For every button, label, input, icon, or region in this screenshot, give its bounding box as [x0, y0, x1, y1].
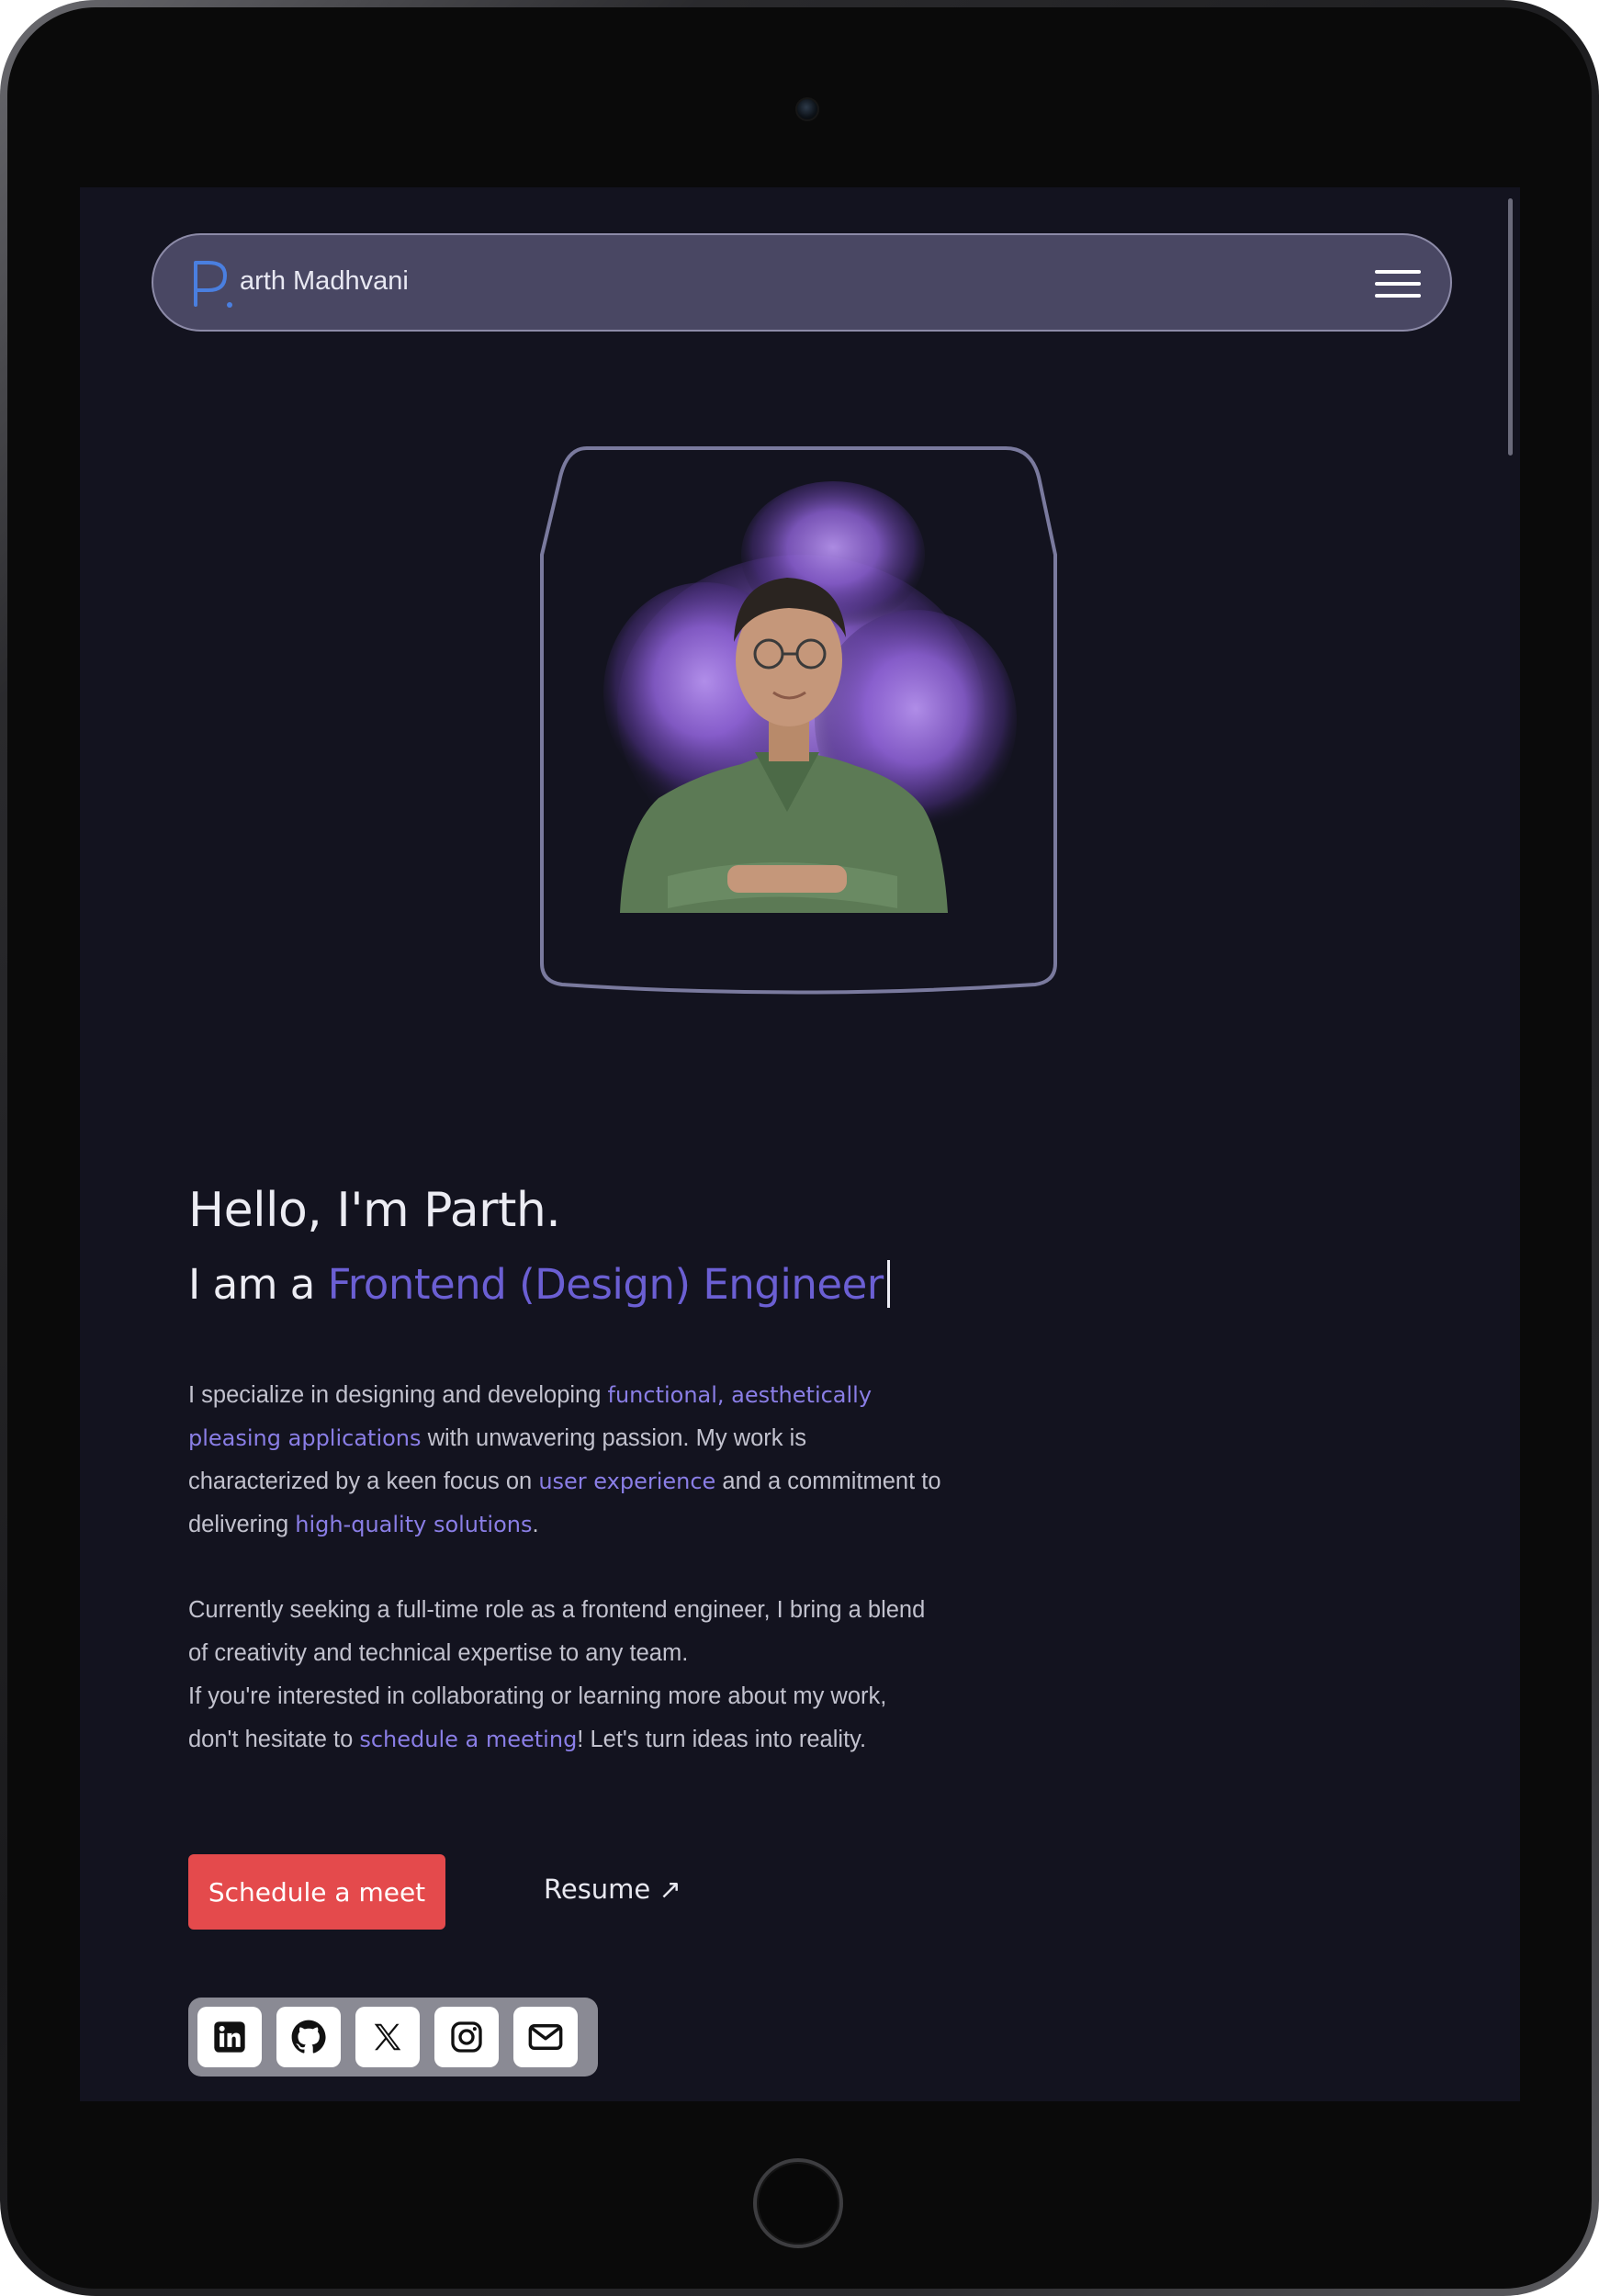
x-button[interactable]	[355, 2007, 420, 2067]
menu-bar	[1375, 282, 1421, 286]
hero-role-line: I am a Frontend (Design) Engineer	[188, 1260, 890, 1309]
hamburger-menu-button[interactable]	[1373, 263, 1424, 305]
intro-highlight: high-quality solutions	[295, 1512, 533, 1537]
tablet-bezel: arth Madhvani Hello, I'm Parth. I am a F…	[7, 7, 1592, 2289]
portrait-frame	[539, 445, 1058, 1003]
x-icon	[374, 2023, 401, 2051]
hero-greeting: Hello, I'm Parth.	[188, 1183, 561, 1238]
github-button[interactable]	[276, 2007, 341, 2067]
menu-bar	[1375, 270, 1421, 274]
brand-name[interactable]: arth Madhvani	[240, 266, 409, 297]
mail-icon	[528, 2024, 563, 2050]
mail-button[interactable]	[513, 2007, 578, 2067]
schedule-meet-button[interactable]: Schedule a meet	[188, 1854, 445, 1930]
social-links-bar	[188, 1998, 598, 2077]
intro-text: .	[532, 1512, 539, 1537]
logo-icon[interactable]	[188, 257, 234, 312]
typing-cursor	[886, 1260, 890, 1308]
menu-bar	[1375, 294, 1421, 298]
linkedin-icon	[214, 2021, 245, 2053]
navbar: arth Madhvani	[152, 233, 1452, 332]
camera-icon	[795, 97, 819, 121]
job-seeking-paragraph: Currently seeking a full-time role as a …	[188, 1597, 926, 1666]
intro-paragraph: I specialize in designing and developing…	[188, 1374, 941, 1547]
instagram-button[interactable]	[434, 2007, 499, 2067]
tablet-frame: arth Madhvani Hello, I'm Parth. I am a F…	[0, 0, 1599, 2296]
linkedin-button[interactable]	[197, 2007, 262, 2067]
home-button[interactable]	[753, 2158, 843, 2248]
screen: arth Madhvani Hello, I'm Parth. I am a F…	[80, 187, 1520, 2101]
github-icon	[291, 2020, 326, 2054]
contact-paragraph: If you're interested in collaborating or…	[188, 1675, 941, 1761]
contact-text: ! Let's turn ideas into reality.	[577, 1727, 867, 1752]
instagram-icon	[451, 2021, 482, 2053]
role-title: Frontend (Design) Engineer	[327, 1260, 884, 1309]
intro-text: I specialize in designing and developing	[188, 1382, 608, 1408]
intro-highlight: user experience	[538, 1469, 716, 1494]
scrollbar[interactable]	[1508, 198, 1513, 456]
schedule-meeting-link[interactable]: schedule a meeting	[359, 1727, 577, 1752]
resume-link[interactable]: Resume ↗	[544, 1874, 681, 1905]
role-prefix: I am a	[188, 1260, 328, 1309]
